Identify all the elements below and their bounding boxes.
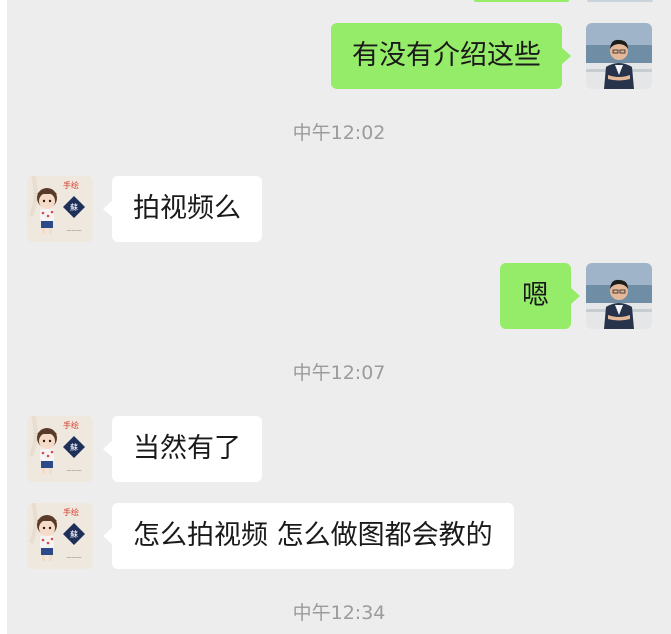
cartoon-girl-icon: 蘇 手绘 ———: [27, 176, 93, 242]
girl-avatar[interactable]: 蘇 手绘 ———: [27, 176, 93, 242]
man-photo-icon: [586, 23, 652, 89]
incoming-message-bubble[interactable]: 拍视频么: [103, 176, 262, 242]
svg-text:蘇: 蘇: [70, 202, 78, 212]
timestamp: 中午12:34: [292, 602, 386, 624]
previous-message-bubble-edge: [474, 0, 569, 2]
svg-text:———: ———: [67, 555, 82, 561]
svg-text:蘇: 蘇: [70, 529, 78, 539]
timestamp: 中午12:02: [292, 122, 386, 144]
man-avatar[interactable]: [586, 23, 652, 89]
previous-avatar-edge: [587, 0, 653, 2]
man-avatar[interactable]: [586, 263, 652, 329]
svg-text:蘇: 蘇: [70, 442, 78, 452]
svg-text:手绘: 手绘: [63, 507, 79, 517]
outgoing-message-bubble[interactable]: 嗯: [500, 263, 580, 329]
girl-avatar[interactable]: 蘇 手绘 ———: [27, 503, 93, 569]
girl-avatar[interactable]: 蘇 手绘 ———: [27, 416, 93, 482]
incoming-message-bubble[interactable]: 当然有了: [103, 416, 262, 482]
svg-text:手绘: 手绘: [63, 420, 79, 430]
cartoon-girl-icon: 蘇 手绘 ———: [27, 503, 93, 569]
svg-text:———: ———: [67, 468, 82, 474]
outgoing-message-bubble[interactable]: 有没有介绍这些: [331, 23, 571, 89]
man-photo-icon: [586, 263, 652, 329]
cartoon-girl-icon: 蘇 手绘 ———: [27, 416, 93, 482]
timestamp: 中午12:07: [292, 362, 386, 384]
chat-area[interactable]: 有没有介绍这些 中午12:02 蘇 手绘 ——— 拍视频么 嗯 中午12:07 …: [7, 0, 671, 634]
incoming-message-bubble[interactable]: 怎么拍视频 怎么做图都会教的: [103, 503, 514, 569]
svg-text:手绘: 手绘: [63, 180, 79, 190]
svg-text:———: ———: [67, 228, 82, 234]
